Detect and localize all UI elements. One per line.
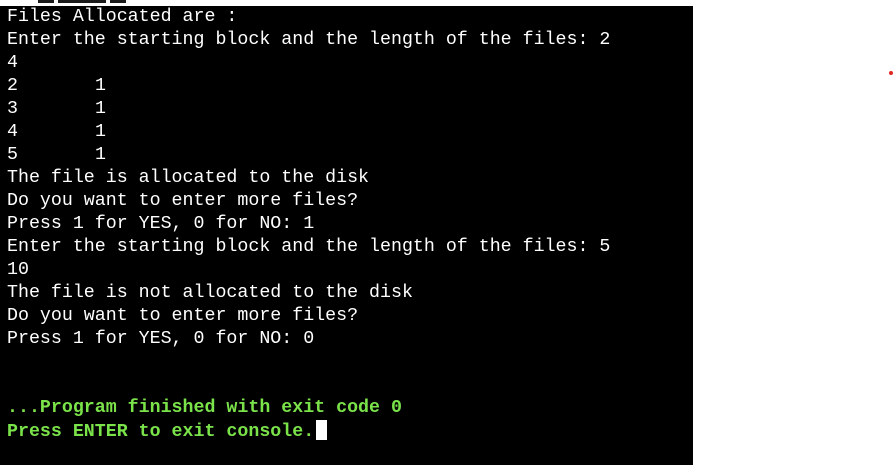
cropped-glyph — [58, 0, 106, 3]
cropped-glyph — [38, 0, 54, 3]
block-number: 3 — [7, 99, 18, 119]
allocation-row: 5 1 — [7, 144, 127, 167]
allocation-row: 2 1 — [7, 75, 127, 98]
console-line: The file is allocated to the disk — [7, 168, 370, 188]
cropped-glyph — [110, 0, 126, 3]
console-line: Press 1 for YES, 0 for NO: 1 — [7, 214, 315, 234]
allocation-flag: 1 — [95, 99, 106, 119]
allocation-flag: 1 — [95, 76, 106, 96]
console-line: Do you want to enter more files? — [7, 306, 359, 326]
allocation-flag: 1 — [95, 122, 106, 142]
exit-prompt-line: Press ENTER to exit console. — [7, 420, 328, 443]
console-line: Do you want to enter more files? — [7, 191, 359, 211]
console-line: 4 — [7, 53, 18, 73]
block-number: 5 — [7, 145, 18, 165]
console-line: Enter the starting block and the length … — [7, 30, 611, 50]
console-line: Press 1 for YES, 0 for NO: 0 — [7, 329, 315, 349]
marker-dot — [889, 71, 893, 75]
console-line: 10 — [7, 260, 29, 280]
console-line: The file is not allocated to the disk — [7, 283, 413, 303]
text-cursor[interactable] — [316, 420, 328, 440]
block-number: 4 — [7, 122, 18, 142]
allocation-flag: 1 — [95, 145, 106, 165]
terminal-console[interactable]: Files Allocated are : Enter the starting… — [0, 6, 693, 465]
allocation-row: 4 1 — [7, 121, 127, 144]
exit-message: ...Program finished with exit code 0 — [7, 398, 402, 418]
screenshot: Files Allocated are : Enter the starting… — [0, 0, 896, 465]
allocation-row: 3 1 — [7, 98, 127, 121]
console-line: Files Allocated are : — [7, 7, 238, 27]
console-line: Enter the starting block and the length … — [7, 237, 611, 257]
block-number: 2 — [7, 76, 18, 96]
exit-prompt: Press ENTER to exit console. — [7, 422, 315, 442]
